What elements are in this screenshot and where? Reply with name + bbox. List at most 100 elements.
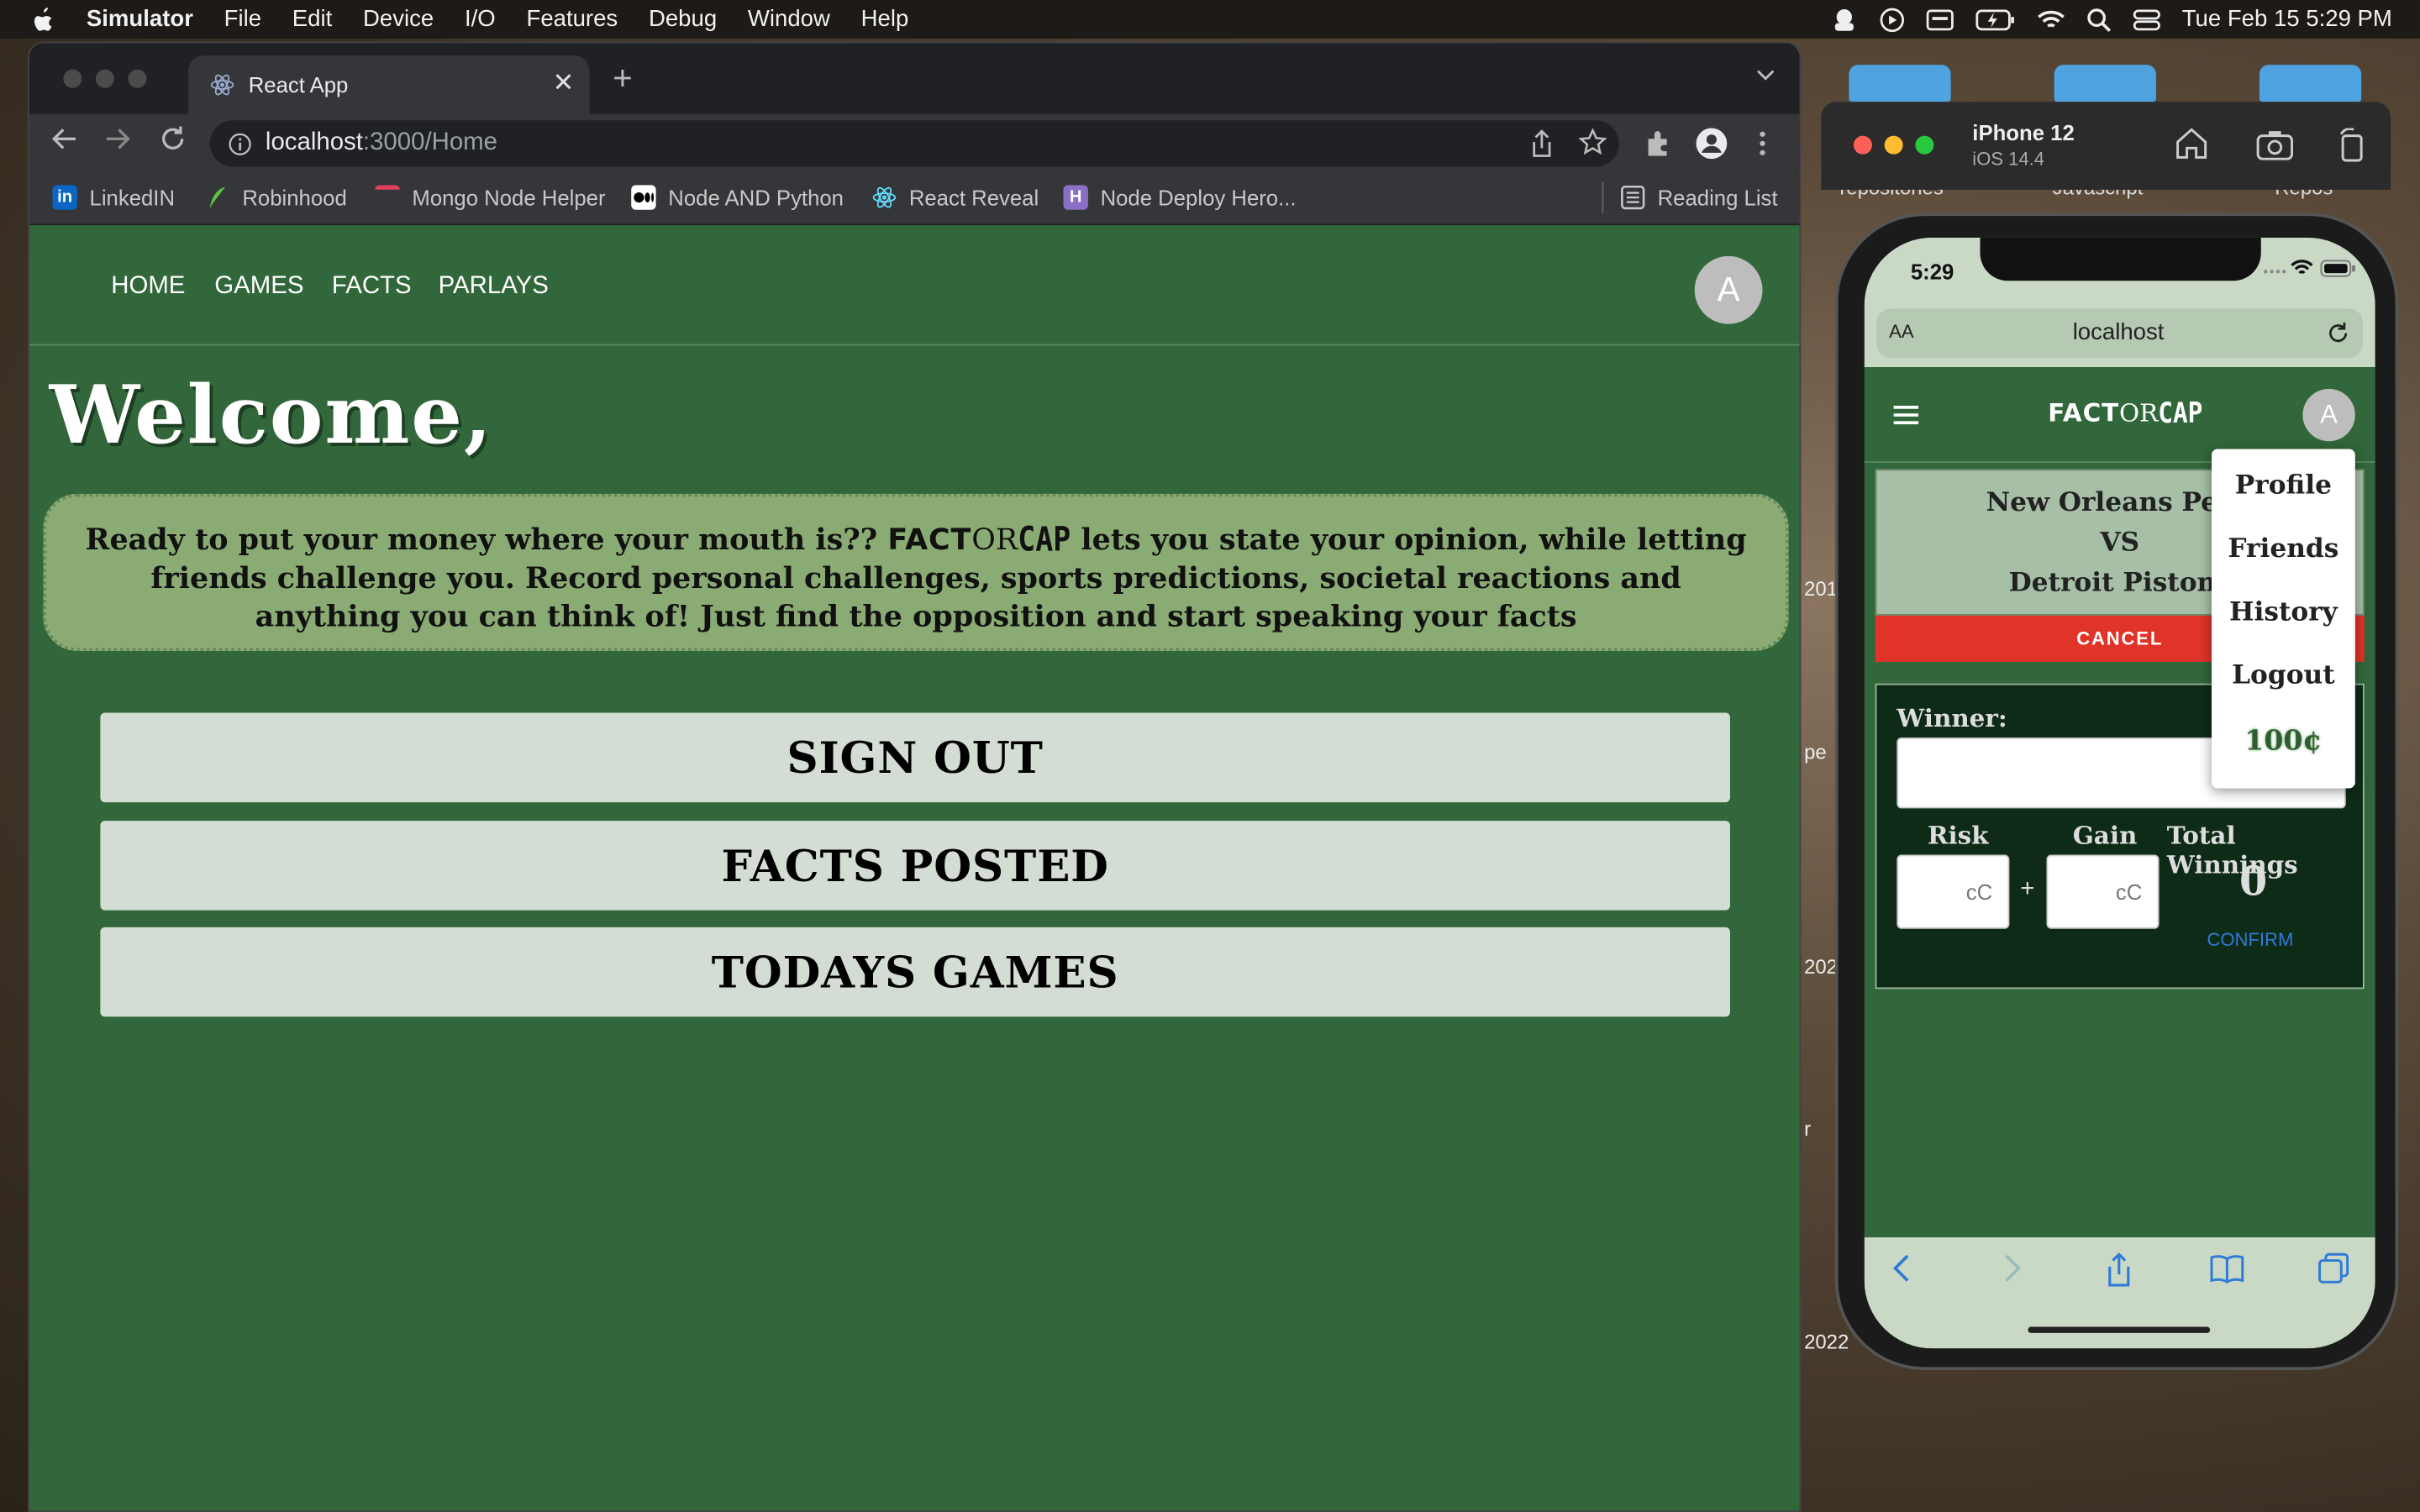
factorcap-logo[interactable]: FACTORCAP — [2048, 396, 2202, 429]
search-icon[interactable] — [2086, 7, 2111, 32]
reload-icon[interactable] — [159, 125, 187, 153]
kebab-menu-icon[interactable] — [1758, 129, 1767, 157]
winner-label: Winner: — [1897, 703, 2007, 733]
new-tab-plus-icon[interactable]: + — [613, 61, 633, 95]
text-size-button[interactable]: AA — [1889, 321, 1913, 343]
tab-react-app[interactable]: React App ✕ — [188, 55, 590, 114]
folder-icon[interactable] — [2259, 65, 2362, 102]
battery-icon[interactable] — [1975, 8, 2016, 30]
home-indicator[interactable] — [2028, 1326, 2211, 1333]
avatar[interactable]: A — [1694, 255, 1763, 324]
share-icon[interactable] — [2105, 1252, 2133, 1287]
info-icon[interactable] — [229, 132, 252, 155]
facts-posted-button[interactable]: FACTS POSTED — [100, 821, 1730, 911]
welcome-heading: Welcome, — [49, 368, 493, 464]
reading-list-button[interactable]: Reading List — [1621, 185, 1778, 210]
tab-title: React App — [248, 72, 349, 97]
script-status-icon[interactable] — [1830, 7, 1858, 31]
play-icon[interactable] — [1880, 7, 1904, 32]
window-minimize-button[interactable] — [1884, 135, 1903, 155]
window-minimize-button[interactable] — [95, 69, 114, 88]
simulator-device-name: iPhone 12 — [1972, 120, 2075, 145]
bookmark-linkedin[interactable]: in LinkedIN — [52, 185, 175, 210]
close-icon[interactable]: ✕ — [553, 68, 575, 99]
bookmark-node-and-python[interactable]: Node AND Python — [631, 185, 844, 210]
back-arrow-icon[interactable] — [51, 125, 79, 153]
window-zoom-button[interactable] — [1915, 135, 1934, 155]
menu-file[interactable]: File — [208, 6, 276, 32]
menu-item-history[interactable]: History — [2212, 597, 2355, 628]
menubar-clock[interactable]: Tue Feb 15 5:29 PM — [2182, 6, 2392, 32]
medium-icon — [631, 185, 656, 210]
address-bar[interactable]: localhost:3000/Home — [209, 120, 1619, 167]
folder-icon[interactable] — [2054, 65, 2156, 102]
avatar[interactable]: A — [2302, 388, 2355, 442]
bookmark-mongo-node-helper[interactable]: Mongo Node Helper — [375, 185, 606, 210]
rotate-icon[interactable] — [2337, 128, 2368, 162]
profile-icon[interactable] — [1695, 127, 1728, 160]
menu-debug[interactable]: Debug — [634, 6, 733, 32]
heroku-icon: H — [1063, 185, 1088, 210]
risk-label: Risk — [1928, 821, 1989, 851]
browser-toolbar: localhost:3000/Home — [29, 113, 1800, 173]
hamburger-menu-icon[interactable] — [1892, 404, 1920, 426]
menu-io[interactable]: I/O — [450, 6, 511, 32]
display-icon[interactable] — [1926, 8, 1954, 30]
tabs-icon[interactable] — [2318, 1252, 2349, 1284]
logo-fact: FACT — [887, 522, 972, 558]
signal-icon — [2263, 262, 2287, 275]
apple-icon[interactable] — [0, 5, 71, 33]
menu-device[interactable]: Device — [348, 6, 450, 32]
nav-parlays[interactable]: PARLAYS — [439, 273, 549, 301]
window-close-button[interactable] — [1853, 135, 1872, 155]
gain-input[interactable]: cC — [2046, 854, 2160, 929]
phone-notch — [1980, 237, 2261, 281]
menu-item-friends[interactable]: Friends — [2212, 533, 2355, 564]
window-close-button[interactable] — [63, 69, 82, 88]
todays-games-button[interactable]: TODAYS GAMES — [100, 927, 1730, 1017]
back-chevron-icon[interactable] — [1892, 1252, 1911, 1284]
bookmark-node-deploy-hero[interactable]: H Node Deploy Hero... — [1063, 185, 1297, 210]
menu-features[interactable]: Features — [511, 6, 633, 32]
url-host: localhost — [265, 129, 363, 156]
folder-icon[interactable] — [1849, 65, 1951, 102]
chevron-down-icon[interactable] — [1754, 68, 1776, 83]
control-center-icon[interactable] — [2133, 8, 2160, 30]
linkedin-icon: in — [52, 185, 77, 210]
desktop-label: pe — [1804, 740, 1827, 764]
logo-cap: CAP — [1018, 520, 1071, 559]
menu-help[interactable]: Help — [845, 6, 923, 32]
extensions-icon[interactable] — [1644, 129, 1671, 157]
bookmark-robinhood[interactable]: Robinhood — [205, 185, 347, 210]
home-icon[interactable] — [2175, 127, 2208, 160]
menu-item-logout[interactable]: Logout — [2212, 660, 2355, 691]
menu-app-simulator[interactable]: Simulator — [71, 6, 208, 32]
react-icon — [210, 72, 234, 97]
confirm-button[interactable]: CONFIRM — [2207, 929, 2293, 951]
menu-edit[interactable]: Edit — [276, 6, 347, 32]
total-winnings-value: 0 — [2239, 859, 2268, 906]
nav-facts[interactable]: FACTS — [332, 273, 412, 301]
wifi-icon[interactable] — [2037, 8, 2065, 30]
browser-window: React App ✕ + localhost:3000/Home in Link… — [28, 41, 1802, 1512]
safari-address-field[interactable]: AA localhost — [1876, 308, 2363, 359]
share-icon[interactable] — [1529, 129, 1554, 157]
menu-item-profile[interactable]: Profile — [2212, 470, 2355, 501]
window-zoom-button[interactable] — [128, 69, 147, 88]
nav-games[interactable]: GAMES — [214, 273, 303, 301]
safari-url-bar: AA localhost — [1864, 302, 2375, 368]
nav-home[interactable]: HOME — [111, 273, 185, 301]
menu-window[interactable]: Window — [733, 6, 846, 32]
bookmarks-book-icon[interactable] — [2210, 1252, 2244, 1284]
forward-chevron-icon[interactable] — [2003, 1252, 2022, 1284]
bookmark-react-reveal[interactable]: React Reveal — [872, 185, 1039, 210]
profile-dropdown-menu: Profile Friends History Logout 100¢ — [2211, 449, 2355, 789]
reload-icon[interactable] — [2326, 321, 2350, 345]
reading-list-icon — [1621, 185, 1645, 210]
star-icon[interactable] — [1578, 128, 1607, 155]
screenshot-camera-icon[interactable] — [2256, 129, 2293, 160]
intro-card: Ready to put your money where your mouth… — [43, 493, 1789, 652]
risk-input[interactable]: cC — [1897, 854, 2010, 929]
sign-out-button[interactable]: SIGN OUT — [100, 712, 1730, 803]
forward-arrow-icon[interactable] — [103, 125, 131, 153]
